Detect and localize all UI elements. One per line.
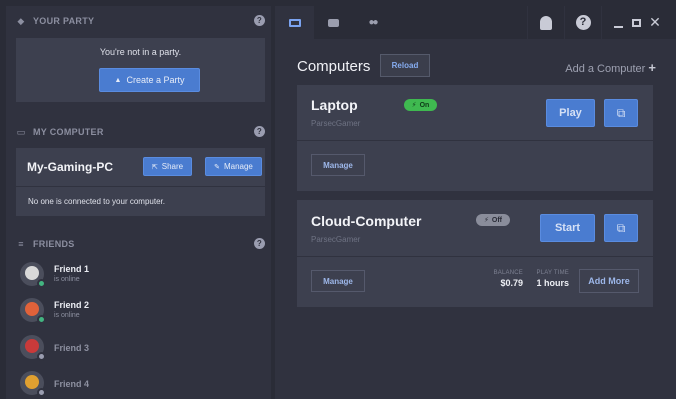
my-computer-header-label: MY COMPUTER (33, 127, 104, 137)
avatar-face (25, 302, 39, 316)
monitor-icon: ▭ (16, 126, 26, 137)
friend-name: Friend 3 (54, 343, 90, 353)
friend-name: Friend 1 (54, 264, 90, 274)
main-content: Computers Reload Add a Computer + Laptop… (275, 39, 676, 399)
friend-item[interactable]: Friend 3 (20, 333, 260, 363)
add-computer-button[interactable]: Add a Computer + (565, 60, 656, 75)
top-bar: ●● ? ✕ (275, 6, 676, 39)
my-computer-panel: My-Gaming-PC ⇱ Share ✎ Manage (16, 148, 265, 186)
share-icon: ⇱ (151, 163, 158, 171)
manage-pc-button[interactable]: ✎ Manage (205, 157, 262, 176)
external-link-icon: ⧉ (616, 105, 626, 120)
manage-pc-label: Manage (223, 162, 253, 171)
party-status-text: You're not in a party. (99, 47, 182, 57)
close-button[interactable]: ✕ (645, 6, 665, 39)
pc-name: My-Gaming-PC (27, 160, 114, 174)
tab-arcade[interactable] (314, 6, 353, 39)
playtime-label: PLAY TIME (536, 270, 569, 276)
offline-status-icon (37, 352, 46, 361)
close-icon: ✕ (649, 14, 661, 30)
computer-card-laptop: Laptop ParsecGamer ⚡ On Play ⧉ Manage (297, 85, 653, 191)
playtime-value: 1 hours (536, 278, 569, 288)
offline-status-icon (37, 388, 46, 397)
power-icon: ⚡ (411, 102, 417, 109)
balance-label: BALANCE (493, 270, 523, 276)
friend-status: is online (54, 276, 80, 283)
notifications-button[interactable] (528, 6, 564, 39)
party-header-label: YOUR PARTY (33, 16, 95, 26)
avatar-face (25, 266, 39, 280)
computer-card-cloud: Cloud-Computer ParsecGamer ⚡ Off Start ⧉… (297, 200, 653, 307)
add-more-button[interactable]: Add More (579, 269, 639, 293)
friends-tab-icon: ●● (368, 17, 378, 28)
friends-icon: ≡ (18, 239, 24, 249)
friend-item[interactable]: Friend 2 is online (20, 296, 260, 326)
page-title: Computers (297, 58, 371, 75)
status-badge: ⚡ On (404, 99, 437, 111)
help-icon[interactable]: ? (254, 126, 265, 137)
status-badge-label: Off (491, 216, 503, 224)
computers-tab-icon (288, 18, 301, 27)
party-section-header: ◆ YOUR PARTY ? (6, 9, 271, 33)
balance-stat: BALANCE $0.79 (481, 270, 523, 288)
power-icon: ⚡ (483, 217, 489, 224)
tab-friends[interactable]: ●● (353, 6, 392, 39)
manage-laptop-button[interactable]: Manage (311, 154, 365, 176)
help-icon[interactable]: ? (254, 238, 265, 249)
connection-panel: No one is connected to your computer. (16, 187, 265, 216)
friend-item[interactable]: Friend 1 is online (20, 260, 260, 290)
arcade-tab-icon (328, 18, 339, 27)
minimize-icon (613, 25, 623, 28)
share-label: Share (161, 162, 184, 171)
create-party-button[interactable]: ▲ Create a Party (99, 68, 200, 92)
computer-owner: ParsecGamer (311, 119, 361, 128)
help-icon[interactable]: ? (254, 15, 265, 26)
wrench-icon: ✎ (214, 163, 220, 171)
online-status-icon (37, 279, 46, 288)
status-badge: ⚡ Off (476, 214, 510, 226)
maximize-icon (631, 18, 641, 27)
minimize-button[interactable] (609, 6, 627, 39)
computer-owner: ParsecGamer (311, 235, 361, 244)
friends-section-header: ≡ FRIENDS ? (6, 232, 271, 256)
friend-item[interactable]: Friend 4 (20, 369, 260, 399)
my-computer-section-header: ▭ MY COMPUTER ? (6, 120, 271, 144)
group-icon: ▲ (114, 76, 122, 84)
computer-name: Cloud-Computer (311, 213, 422, 229)
balance-value: $0.79 (500, 278, 523, 288)
party-panel: You're not in a party. ▲ Create a Party (16, 38, 265, 102)
sidebar: ◆ YOUR PARTY ? You're not in a party. ▲ … (6, 6, 271, 399)
friends-header-label: FRIENDS (33, 239, 75, 249)
play-button[interactable]: Play (546, 99, 595, 127)
computer-name: Laptop (311, 97, 358, 113)
manage-cloud-button[interactable]: Manage (311, 270, 365, 292)
status-badge-label: On (419, 101, 430, 109)
reload-button[interactable]: Reload (380, 54, 430, 77)
party-icon: ◆ (17, 15, 25, 26)
playtime-stat: PLAY TIME 1 hours (527, 270, 569, 288)
open-external-button[interactable]: ⧉ (604, 99, 638, 127)
start-button[interactable]: Start (540, 214, 595, 242)
bell-icon (540, 15, 552, 30)
avatar-face (25, 339, 39, 353)
maximize-button[interactable] (627, 6, 645, 39)
create-party-label: Create a Party (126, 75, 185, 85)
connection-status-text: No one is connected to your computer. (28, 197, 165, 206)
friend-status: is online (54, 312, 80, 319)
friend-name: Friend 2 (54, 300, 90, 310)
avatar-face (25, 375, 39, 389)
online-status-icon (37, 315, 46, 324)
external-link-icon: ⧉ (616, 220, 626, 235)
tab-computers[interactable] (275, 6, 314, 39)
help-button[interactable]: ? (565, 6, 601, 39)
share-button[interactable]: ⇱ Share (143, 157, 192, 176)
help-icon: ? (575, 15, 591, 30)
plus-icon: + (648, 60, 656, 75)
friend-name: Friend 4 (54, 379, 90, 389)
add-computer-label: Add a Computer (565, 63, 646, 75)
open-external-button[interactable]: ⧉ (604, 214, 638, 242)
